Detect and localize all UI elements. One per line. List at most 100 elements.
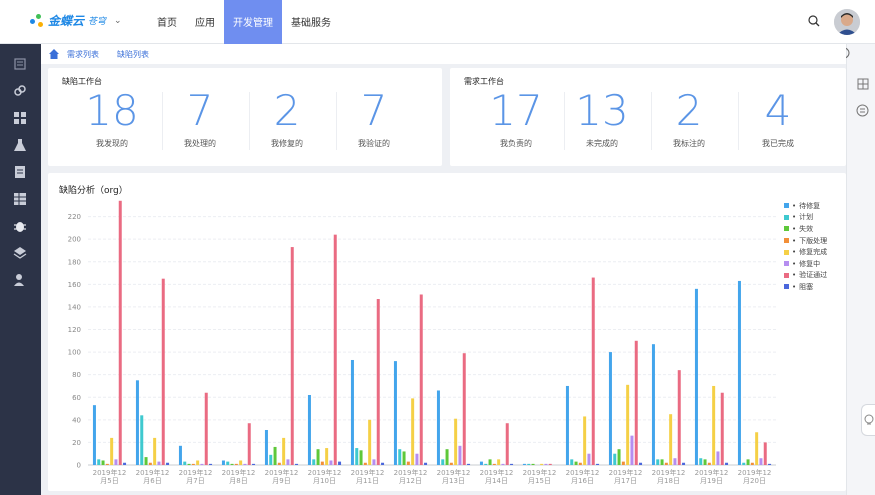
bar-2	[613, 453, 617, 465]
bar-6	[458, 445, 462, 465]
bar-6	[673, 458, 677, 465]
bar-5	[626, 384, 630, 465]
bar-5	[497, 459, 501, 465]
nav-item-dev-management[interactable]: 开发管理	[224, 0, 282, 44]
stat-value: 13	[575, 86, 629, 135]
y-tick-label: 180	[68, 258, 81, 266]
app-switcher[interactable]: 金蝶云 苍穹 ⌄	[30, 12, 122, 29]
legend-label: 修复中	[799, 259, 821, 268]
stat-fixed-by-me[interactable]: 2 我修复的	[243, 88, 331, 149]
legend-item[interactable]: • 待修复	[784, 200, 827, 212]
legend-swatch	[784, 249, 789, 255]
bar-2	[484, 463, 488, 465]
legend-item[interactable]: • 失效	[784, 223, 827, 235]
x-tick-label: 2019年12	[609, 468, 643, 477]
bar-6	[716, 451, 720, 465]
table-icon[interactable]	[13, 192, 27, 206]
bar-8	[725, 462, 729, 465]
legend-bullet: •	[792, 248, 797, 257]
x-tick-label: 月14日	[485, 477, 508, 485]
bar-5	[282, 437, 286, 465]
legend-item[interactable]: • 下版处理	[784, 235, 827, 247]
legend-bullet: •	[792, 236, 797, 245]
bar-5	[540, 463, 544, 465]
home-icon[interactable]	[49, 49, 59, 59]
legend-item[interactable]: • 修复中	[784, 258, 827, 270]
nav-item-apps[interactable]: 应用	[186, 0, 224, 44]
menu-icon[interactable]	[13, 57, 27, 71]
bar-5	[411, 398, 415, 465]
legend-item[interactable]: • 验证通过	[784, 270, 827, 282]
breadcrumb: 需求列表 缺陷列表	[41, 44, 846, 64]
bar-4	[621, 461, 625, 465]
stat-value: 2	[273, 86, 301, 135]
flask-icon[interactable]	[13, 138, 27, 152]
y-tick-label: 40	[72, 416, 81, 424]
bar-2	[183, 461, 187, 465]
legend-item[interactable]: • 计划	[784, 212, 827, 224]
bar-8	[639, 462, 643, 465]
bar-5	[669, 414, 673, 465]
legend-item[interactable]: • 修复完成	[784, 246, 827, 258]
stat-value: 7	[360, 86, 388, 135]
requirement-workbench-card: 需求工作台 17 我负责的 13 未完成的 2 我标注的 4 我已完成	[450, 68, 846, 166]
user-icon[interactable]	[13, 273, 27, 287]
legend-swatch	[784, 226, 789, 232]
stat-handled-by-me[interactable]: 7 我处理的	[156, 88, 244, 149]
search-icon[interactable]	[808, 15, 820, 27]
legend-bullet: •	[792, 282, 797, 291]
link-icon[interactable]	[13, 84, 27, 98]
list-circle-icon[interactable]	[856, 104, 869, 117]
bug-icon[interactable]	[13, 219, 27, 233]
bar-8	[252, 463, 256, 465]
layers-icon[interactable]	[13, 246, 27, 260]
stat-label: 我修复的	[271, 139, 303, 148]
bar-1	[178, 445, 182, 465]
bar-7	[247, 423, 251, 465]
bar-4	[707, 462, 711, 465]
bar-7	[290, 247, 294, 465]
nav-item-basic-services[interactable]: 基础服务	[282, 0, 340, 44]
breadcrumb-item-defects[interactable]: 缺陷列表	[117, 49, 149, 60]
legend-item[interactable]: • 阻塞	[784, 281, 827, 293]
bar-6	[372, 459, 376, 465]
nav-item-home[interactable]: 首页	[148, 0, 186, 44]
legend-swatch	[784, 214, 789, 220]
legend-bullet: •	[792, 271, 797, 280]
stat-completed-by-me[interactable]: 4 我已完成	[734, 88, 822, 149]
x-tick-label: 月12日	[399, 477, 422, 485]
stat-value: 18	[85, 86, 139, 135]
grid-apps-icon[interactable]	[13, 111, 27, 125]
stat-found-by-me[interactable]: 18 我发现的	[68, 88, 156, 149]
bar-4	[363, 462, 367, 465]
legend-label: 验证通过	[799, 271, 828, 280]
breadcrumb-item-requirements[interactable]: 需求列表	[67, 49, 99, 60]
avatar[interactable]	[834, 9, 860, 35]
stat-marked-by-me[interactable]: 2 我标注的	[645, 88, 733, 149]
bar-8	[682, 462, 686, 465]
main-nav: 首页 应用 开发管理 基础服务	[148, 0, 340, 44]
bar-1	[608, 352, 612, 465]
bar-7	[763, 442, 767, 465]
document-icon[interactable]	[13, 165, 27, 179]
bar-4	[406, 461, 410, 465]
bar-1	[350, 359, 354, 465]
bar-7	[376, 299, 380, 465]
bar-7	[591, 277, 595, 465]
legend-swatch	[784, 284, 789, 290]
stat-owned-by-me[interactable]: 17 我负责的	[472, 88, 560, 149]
x-tick-label: 2019年12	[136, 468, 170, 477]
chevron-down-icon[interactable]: ⌄	[114, 16, 122, 26]
stat-verified-by-me[interactable]: 7 我验证的	[330, 88, 418, 149]
stat-incomplete[interactable]: 13 未完成的	[558, 88, 646, 149]
bar-7	[548, 463, 552, 465]
layout-icon[interactable]	[857, 78, 869, 90]
bar-3	[660, 459, 664, 465]
bar-8	[209, 463, 213, 465]
side-handle[interactable]	[861, 404, 875, 436]
bar-5	[239, 460, 243, 465]
legend-swatch	[784, 261, 789, 267]
y-tick-label: 100	[68, 349, 81, 357]
stat-label: 未完成的	[586, 139, 618, 148]
bar-1	[92, 405, 96, 465]
